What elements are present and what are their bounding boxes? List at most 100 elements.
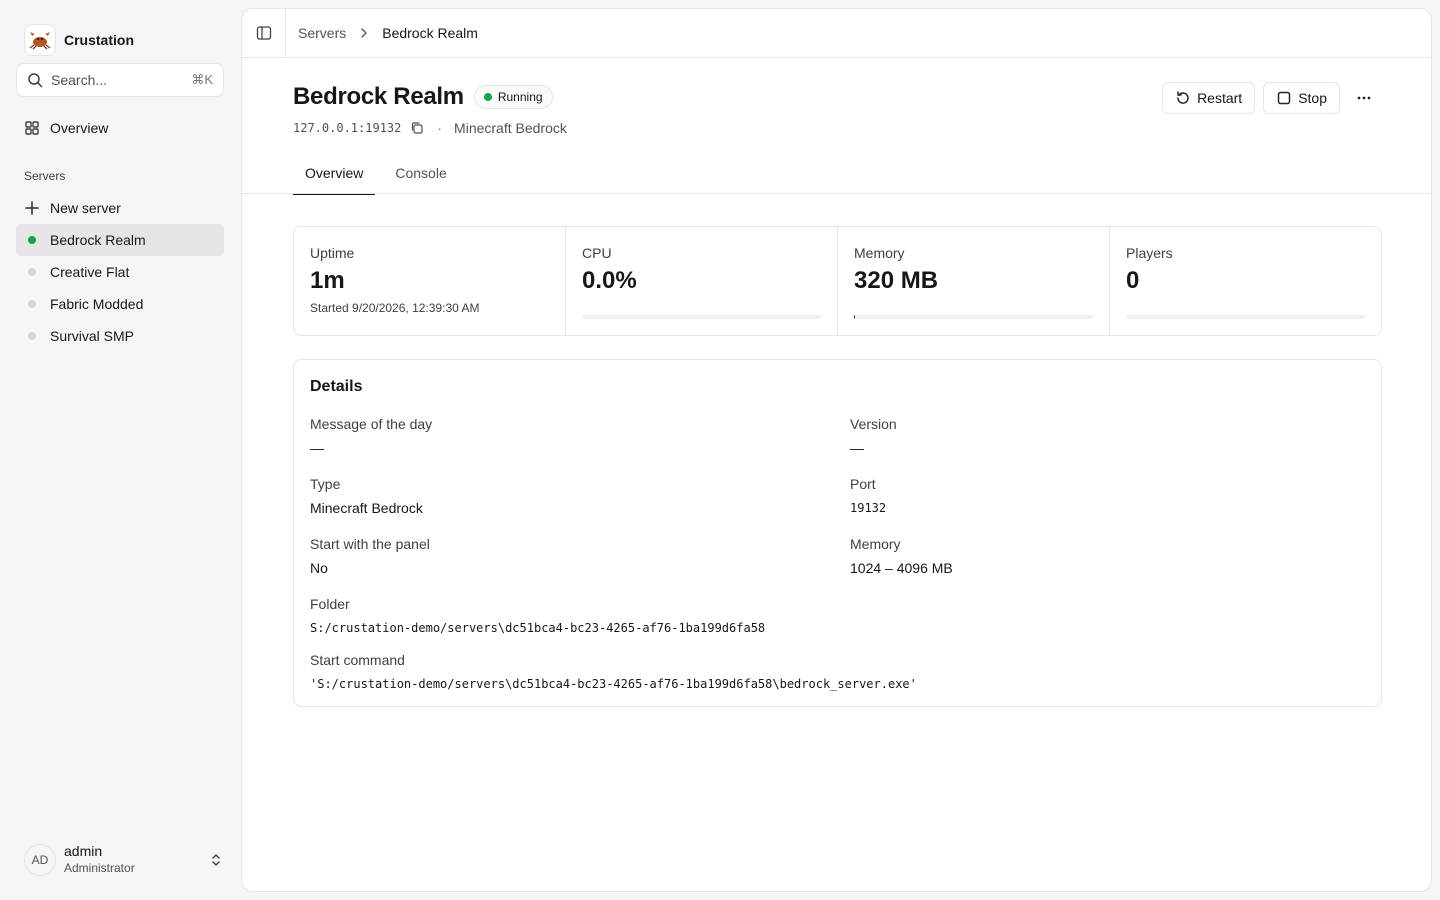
sidebar-item-label: Creative Flat	[50, 264, 130, 280]
stat-subtext: Started 9/20/2026, 12:39:30 AM	[310, 301, 480, 315]
field-value: No	[310, 560, 328, 576]
cpu-progress-bar	[582, 315, 821, 319]
sidebar-group-label: Servers	[24, 169, 66, 183]
status-dot	[28, 300, 36, 308]
field-start-with-panel: Start with the panel No	[310, 536, 430, 576]
field-label: Message of the day	[310, 416, 433, 432]
ellipsis-icon	[1356, 90, 1372, 106]
field-label: Start with the panel	[310, 536, 430, 552]
restart-button[interactable]: Restart	[1162, 82, 1256, 114]
field-value: —	[310, 440, 324, 456]
grid-icon	[24, 120, 40, 136]
status-dot	[483, 93, 492, 101]
sidebar-item-label: Survival SMP	[50, 328, 135, 344]
breadcrumb-servers-link[interactable]: Servers	[298, 25, 346, 41]
sidebar-item-bedrock-realm[interactable]: Bedrock Realm	[16, 224, 224, 256]
status-badge: Running	[473, 85, 553, 109]
stat-uptime: Uptime 1m Started 9/20/2026, 12:39:30 AM	[294, 227, 566, 335]
brand[interactable]: Crustation	[24, 24, 134, 56]
main-panel: Servers Bedrock Realm Bedrock Realm Runn…	[241, 8, 1432, 892]
sidebar-item-fabric-modded[interactable]: Fabric Modded	[16, 288, 224, 320]
field-label: Memory	[850, 536, 901, 552]
search-shortcut: ⌘K	[191, 72, 213, 87]
user-role: Administrator	[64, 861, 135, 875]
memory-progress-bar	[854, 315, 1093, 319]
stat-value: 320 MB	[854, 267, 939, 294]
field-value: 'S:/crustation-demo/servers\dc51bca4-bc2…	[310, 677, 917, 691]
stats-panel: Uptime 1m Started 9/20/2026, 12:39:30 AM…	[293, 226, 1382, 336]
field-value: S:/crustation-demo/servers\dc51bca4-bc23…	[310, 621, 766, 635]
stat-players: Players 0	[1110, 227, 1381, 335]
stat-label: Uptime	[310, 245, 355, 261]
field-port: Port 19132	[850, 476, 886, 515]
field-label: Type	[310, 476, 341, 492]
sidebar-item-survival-smp[interactable]: Survival SMP	[16, 320, 224, 352]
sidebar-item-label: New server	[50, 200, 121, 216]
stop-button[interactable]: Stop	[1263, 82, 1340, 114]
tabs: Overview Console	[293, 165, 459, 195]
stat-memory: Memory 320 MB	[838, 227, 1110, 335]
field-value: Minecraft Bedrock	[310, 500, 423, 516]
more-actions-button[interactable]	[1348, 82, 1380, 114]
square-icon	[1276, 90, 1292, 106]
stat-value: 0.0%	[582, 267, 637, 294]
panel-left-icon	[256, 25, 272, 41]
rotate-ccw-icon	[1175, 90, 1191, 106]
sidebar-item-creative-flat[interactable]: Creative Flat	[16, 256, 224, 288]
field-folder: Folder S:/crustation-demo/servers\dc51bc…	[310, 596, 765, 635]
field-label: Folder	[310, 596, 350, 612]
details-title: Details	[310, 378, 363, 395]
status-dot	[28, 268, 36, 276]
field-start-command: Start command 'S:/crustation-demo/server…	[310, 652, 917, 691]
field-value: —	[850, 440, 864, 456]
search-input[interactable]: Search... ⌘K	[16, 63, 224, 97]
sidebar-item-label: Overview	[50, 120, 109, 136]
search-placeholder: Search...	[51, 72, 108, 88]
sidebar-item-new-server[interactable]: New server	[16, 192, 224, 224]
field-version: Version —	[850, 416, 897, 456]
tab-overview[interactable]: Overview	[293, 165, 376, 195]
copy-icon[interactable]	[409, 120, 425, 136]
sidebar-item-overview[interactable]: Overview	[16, 112, 224, 144]
status-dot	[28, 236, 36, 244]
field-label: Version	[850, 416, 897, 432]
sidebar: Crustation Search... ⌘K Overview Servers…	[0, 0, 240, 900]
stat-label: CPU	[582, 245, 612, 261]
tabs-divider	[242, 193, 1431, 194]
header-actions: Restart Stop	[1162, 82, 1380, 114]
server-address: 127.0.0.1:19132	[293, 121, 402, 135]
stat-value: 1m	[310, 267, 345, 294]
field-motd: Message of the day —	[310, 416, 432, 456]
field-value: 1024 – 4096 MB	[850, 560, 953, 576]
chevrons-up-down-icon	[208, 852, 224, 868]
field-memory: Memory 1024 – 4096 MB	[850, 536, 953, 576]
plus-icon	[24, 200, 40, 216]
breadcrumb: Servers Bedrock Realm	[298, 25, 478, 41]
status-badge-label: Running	[497, 90, 543, 104]
field-value: 19132	[850, 501, 887, 515]
sidebar-item-label: Bedrock Realm	[50, 232, 146, 248]
status-dot	[28, 332, 36, 340]
topbar: Servers Bedrock Realm	[242, 9, 1431, 58]
user-name: admin	[64, 843, 103, 859]
user-menu[interactable]: AD admin Administrator	[24, 842, 224, 878]
chevron-right-icon	[356, 25, 372, 41]
sidebar-item-label: Fabric Modded	[50, 296, 144, 312]
stat-label: Players	[1126, 245, 1173, 261]
stat-label: Memory	[854, 245, 905, 261]
details-card: Details Message of the day — Version — T…	[293, 359, 1382, 707]
sidebar-toggle-button[interactable]	[242, 9, 286, 57]
stat-value: 0	[1126, 267, 1140, 294]
memory-progress-fill	[854, 315, 856, 319]
app-name: Crustation	[64, 32, 134, 48]
server-type: Minecraft Bedrock	[454, 120, 567, 136]
stop-button-label: Stop	[1298, 90, 1327, 106]
breadcrumb-current: Bedrock Realm	[382, 25, 478, 41]
page-title: Bedrock Realm	[293, 83, 464, 110]
search-icon	[27, 72, 43, 88]
tab-console[interactable]: Console	[383, 165, 458, 193]
separator: ·	[437, 120, 443, 136]
field-type: Type Minecraft Bedrock	[310, 476, 423, 516]
restart-button-label: Restart	[1197, 90, 1243, 106]
stat-cpu: CPU 0.0%	[566, 227, 838, 335]
